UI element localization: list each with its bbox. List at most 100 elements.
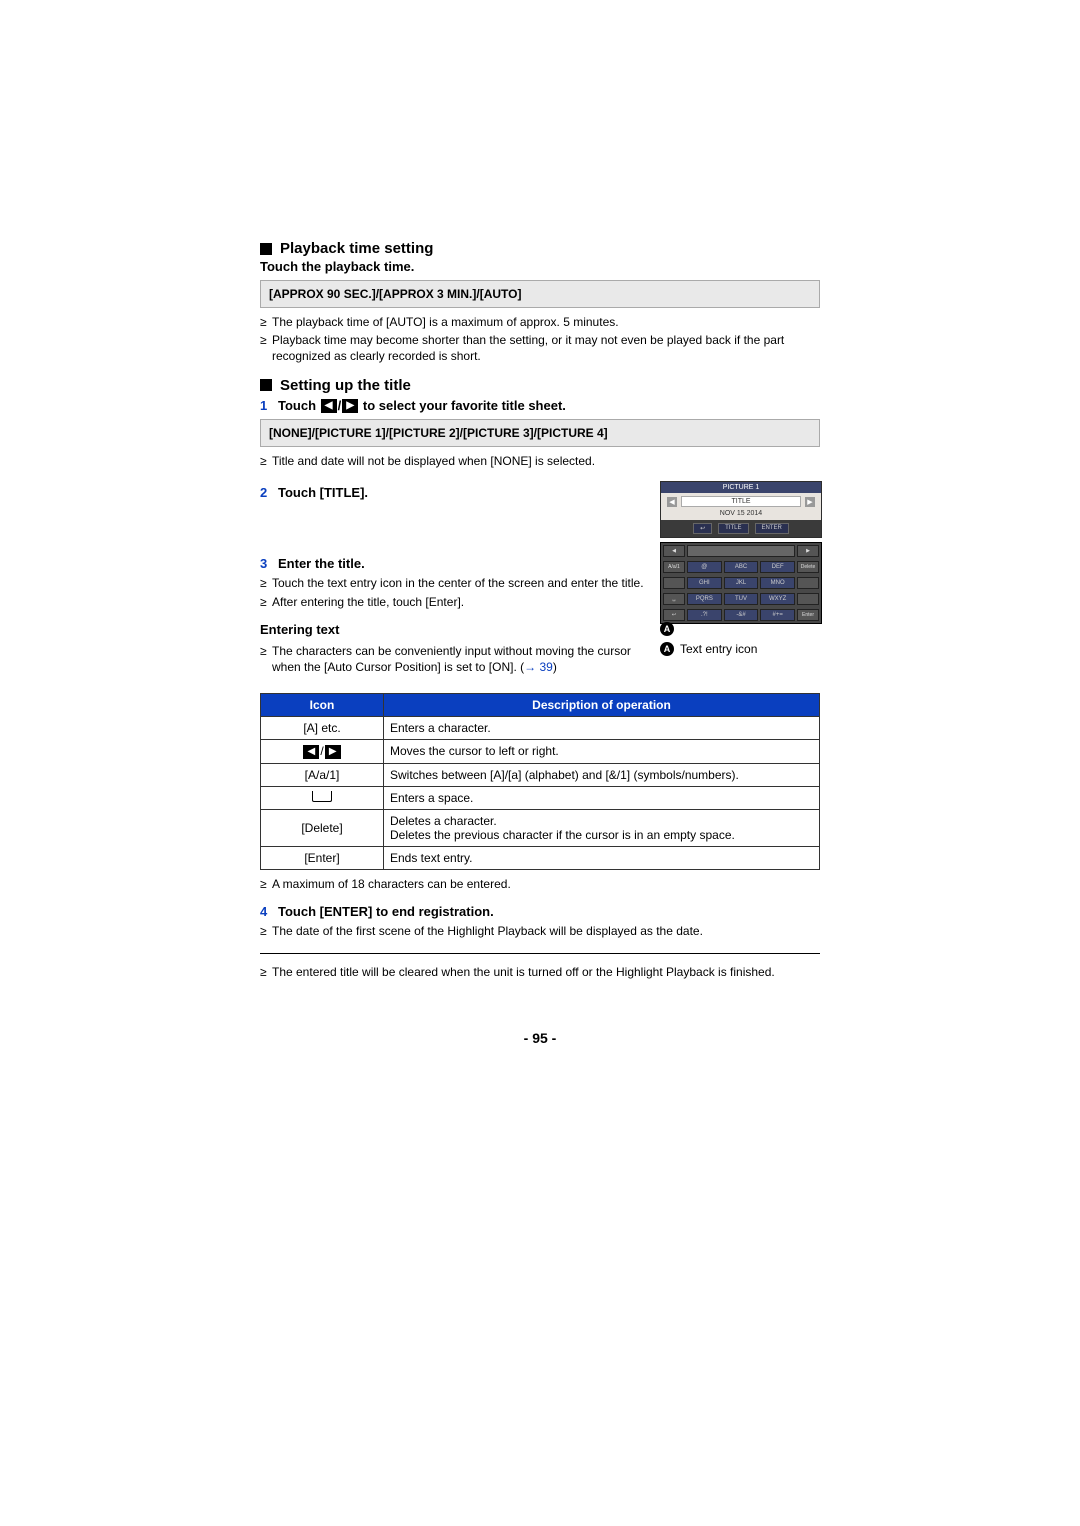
legend-marker-line: A [660, 622, 820, 636]
kb-delete[interactable]: Delete [797, 561, 819, 573]
kb-back[interactable]: ↩ [663, 609, 685, 621]
step-3-bul-2: After entering the title, touch [Enter]. [260, 594, 644, 610]
kb-blank [797, 577, 819, 589]
kb-key[interactable]: .?! [687, 609, 722, 621]
kb-key[interactable]: WXYZ [760, 593, 795, 605]
icon-cell: [Delete] [261, 809, 384, 846]
playback-note-1: The playback time of [AUTO] is a maximum… [260, 314, 820, 330]
step-2-text: Touch [TITLE]. [278, 485, 644, 500]
icon-cell-space [261, 786, 384, 809]
title-none-note: Title and date will not be displayed whe… [260, 453, 820, 469]
kb-key[interactable]: #+= [760, 609, 795, 621]
icon-cell: [A] etc. [261, 717, 384, 740]
title-button[interactable]: TITLE [718, 523, 748, 534]
table-row: ◀/▶ Moves the cursor to left or right. [261, 740, 820, 764]
table-row: [Delete] Deletes a character. Deletes th… [261, 809, 820, 846]
step-1-pre: Touch [278, 398, 320, 413]
step-3-bul-1: Touch the text entry icon in the center … [260, 575, 644, 591]
step-1: 1 Touch ◀/▶ to select your favorite titl… [260, 398, 820, 414]
icon-description-table: Icon Description of operation [A] etc. E… [260, 693, 820, 870]
step-number: 1 [260, 398, 278, 413]
kb-key[interactable]: PQRS [687, 593, 722, 605]
kb-key[interactable]: GHI [687, 577, 722, 589]
kb-key[interactable]: @ [687, 561, 722, 573]
table-row: [A] etc. Enters a character. [261, 717, 820, 740]
step-4-text: Touch [ENTER] to end registration. [278, 904, 820, 919]
enter-button[interactable]: ENTER [755, 523, 789, 534]
desc-cell: Enters a space. [384, 786, 820, 809]
kb-key[interactable]: -&# [724, 609, 759, 621]
entering-text-heading: Entering text [260, 622, 644, 637]
icon-cell-arrows: ◀/▶ [261, 740, 384, 764]
desc-cell: Ends text entry. [384, 846, 820, 869]
arrow-icon: → [524, 660, 536, 674]
kb-key[interactable]: DEF [760, 561, 795, 573]
table-row: [A/a/1] Switches between [A]/[a] (alphab… [261, 763, 820, 786]
table-row: [Enter] Ends text entry. [261, 846, 820, 869]
step-number: 3 [260, 556, 278, 571]
legend-marker-a-icon: A [660, 622, 674, 636]
heading-text: Playback time setting [280, 240, 433, 257]
back-button[interactable]: ↩ [693, 523, 712, 534]
kb-key[interactable]: MNO [760, 577, 795, 589]
next-arrow-icon[interactable]: ▶ [805, 497, 815, 507]
title-field[interactable]: TITLE [681, 496, 801, 507]
step-number: 4 [260, 904, 278, 919]
entering-pre: The characters can be conveniently input… [272, 644, 631, 674]
page-ref-link[interactable]: 39 [539, 660, 552, 674]
prev-arrow-icon[interactable]: ◀ [667, 497, 677, 507]
step-1-text: Touch ◀/▶ to select your favorite title … [278, 398, 820, 414]
step-1-post: to select your favorite title sheet. [363, 398, 566, 413]
step-number: 2 [260, 485, 278, 500]
preview-header: PICTURE 1 [661, 482, 821, 493]
kb-right-icon[interactable]: ▶ [797, 545, 819, 557]
max-chars-note: A maximum of 18 characters can be entere… [260, 876, 820, 892]
section-heading-title: Setting up the title [260, 377, 820, 394]
th-icon: Icon [261, 694, 384, 717]
kb-blank [797, 593, 819, 605]
kb-key[interactable]: JKL [724, 577, 759, 589]
heading-text: Setting up the title [280, 377, 411, 394]
entering-text-bullet: The characters can be conveniently input… [260, 643, 644, 675]
icon-cell: [A/a/1] [261, 763, 384, 786]
kb-key[interactable]: ABC [724, 561, 759, 573]
page-number: - 95 - [260, 1030, 820, 1046]
step-4: 4 Touch [ENTER] to end registration. [260, 904, 820, 919]
title-options: [NONE]/[PICTURE 1]/[PICTURE 2]/[PICTURE … [260, 419, 820, 447]
title-preview-screenshot: PICTURE 1 ◀ TITLE ▶ NOV 15 2014 ↩ TITLE … [660, 481, 822, 538]
kb-key[interactable]: TUV [724, 593, 759, 605]
kb-enter[interactable]: Enter [797, 609, 819, 621]
desc-cell: Deletes a character. Deletes the previou… [384, 809, 820, 846]
playback-options: [APPROX 90 SEC.]/[APPROX 3 MIN.]/[AUTO] [260, 280, 820, 308]
entering-post: ) [553, 660, 557, 674]
kb-space[interactable]: ␣ [663, 593, 685, 605]
playback-instruction: Touch the playback time. [260, 259, 820, 274]
step-3: 3 Enter the title. [260, 556, 644, 571]
keyboard-screenshot: ◀ ▶ A/a/1 @ ABC DEF Delete GHI JKL MNO [660, 542, 822, 624]
square-bullet-icon [260, 243, 272, 255]
step-4-bul: The date of the first scene of the Highl… [260, 923, 820, 939]
kb-input[interactable] [687, 545, 795, 557]
preview-date: NOV 15 2014 [661, 510, 821, 520]
desc-cell: Moves the cursor to left or right. [384, 740, 820, 764]
legend-marker-a-icon: A [660, 642, 674, 656]
left-arrow-icon[interactable]: ◀ [321, 399, 337, 413]
th-desc: Description of operation [384, 694, 820, 717]
final-note: The entered title will be cleared when t… [260, 964, 820, 980]
kb-left-icon[interactable]: ◀ [663, 545, 685, 557]
desc-cell: Enters a character. [384, 717, 820, 740]
square-bullet-icon [260, 379, 272, 391]
step-2: 2 Touch [TITLE]. [260, 485, 644, 500]
icon-cell: [Enter] [261, 846, 384, 869]
left-arrow-icon: ◀ [303, 745, 319, 759]
section-heading-playback: Playback time setting [260, 240, 820, 257]
kb-blank [663, 577, 685, 589]
right-arrow-icon[interactable]: ▶ [342, 399, 358, 413]
step-3-text: Enter the title. [278, 556, 644, 571]
desc-cell: Switches between [A]/[a] (alphabet) and … [384, 763, 820, 786]
legend: A Text entry icon [660, 642, 820, 656]
kb-mode[interactable]: A/a/1 [663, 561, 685, 573]
table-row: Enters a space. [261, 786, 820, 809]
legend-text: Text entry icon [680, 642, 757, 656]
space-icon [312, 791, 332, 802]
